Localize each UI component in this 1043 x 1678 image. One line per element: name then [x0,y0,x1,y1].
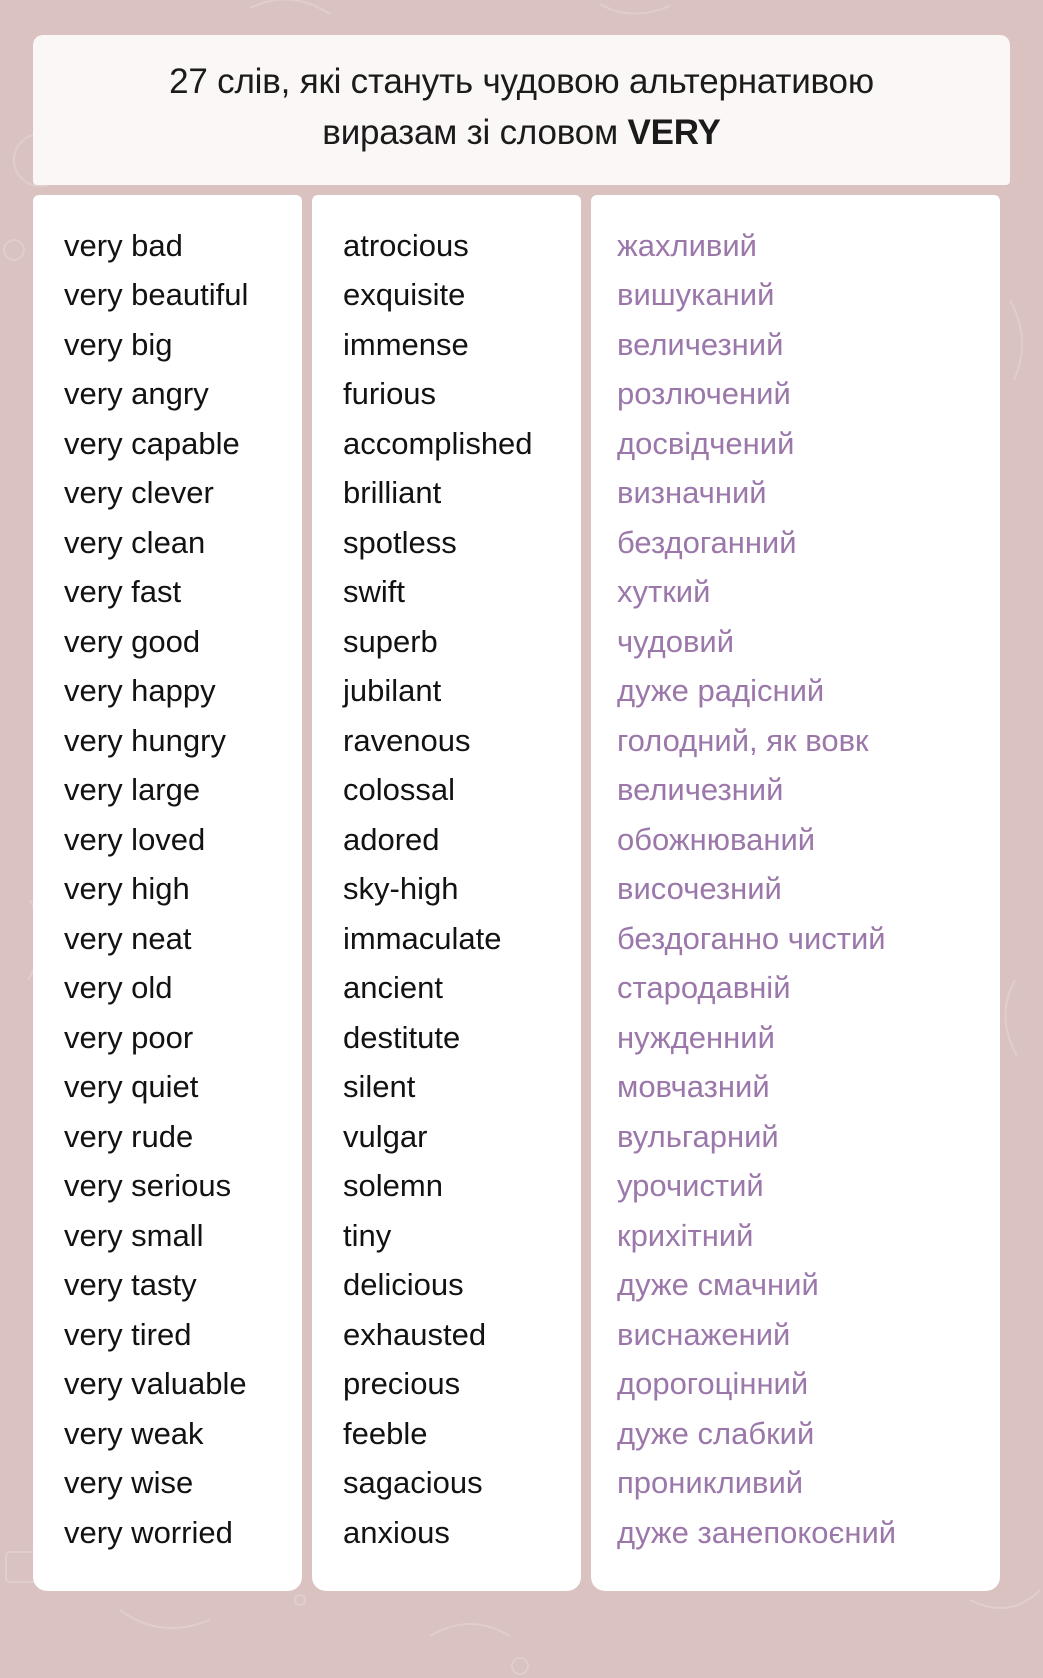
word-translation: величезний [617,326,784,362]
word-translation: виснажений [617,1316,791,1352]
word-very-phrase: very capable [64,425,240,461]
word-very-phrase: very neat [64,920,192,956]
word-translation: проникливий [617,1465,804,1501]
word-translation: дуже слабкий [617,1415,815,1451]
word-very-phrase: very clean [64,524,206,560]
word-very-phrase: very high [64,871,190,907]
word-very-phrase: very quiet [64,1069,199,1105]
word-synonym: accomplished [343,425,533,461]
word-translation: обожнюваний [617,821,816,857]
word-very-phrase: very loved [64,821,206,857]
word-synonym: tiny [343,1217,392,1253]
word-translation: нужденний [617,1019,775,1055]
word-synonym: jubilant [343,673,442,709]
word-translation: дуже радісний [617,673,825,709]
column-synonym: atrocious exquisite immense furious accompli… [312,194,581,1591]
word-synonym: exquisite [343,277,466,313]
word-translation: урочистий [617,1168,764,1204]
word-translation: бездоганний [617,524,797,560]
word-very-phrase: very wise [64,1465,194,1501]
page-title-keyword: VERY [627,112,721,152]
word-synonym: precious [343,1366,461,1402]
word-synonym: immense [343,326,469,362]
word-very-phrase: very small [64,1217,204,1253]
word-very-phrase: very serious [64,1168,232,1204]
word-very-phrase: very weak [64,1415,204,1451]
word-synonym: delicious [343,1267,464,1303]
word-synonym: anxious [343,1514,450,1550]
word-very-phrase: very happy [64,673,216,709]
word-translation: вульгарний [617,1118,779,1154]
word-very-phrase: very big [64,326,173,362]
column-very-phrase: very bad very beautiful very big very angry… [33,194,302,1591]
word-very-phrase: very valuable [64,1366,247,1402]
word-very-phrase: very fast [64,574,182,610]
word-synonym: feeble [343,1415,428,1451]
word-translation: голодний, як вовк [617,722,869,758]
page-title-line2-prefix: виразам зі словом [322,112,628,152]
word-very-phrase: very angry [64,376,209,412]
word-translation: крихітний [617,1217,754,1253]
word-very-phrase: very clever [64,475,214,511]
title-card: 27 слів, які стануть чудовою альтернатив… [33,35,1010,185]
word-very-phrase: very hungry [64,722,226,758]
word-translation: мовчазний [617,1069,770,1105]
word-translation: чудовий [617,623,735,659]
column-translation: жахливий вишуканий величезний розлючений дос… [591,194,1000,1591]
word-synonym: exhausted [343,1316,487,1352]
word-translation: дуже занепокоєний [617,1514,897,1550]
word-translation: жахливий [617,227,757,263]
word-very-phrase: very large [64,772,201,808]
word-very-phrase: very good [64,623,201,659]
word-table: very bad very beautiful very big very angry… [33,194,1010,1591]
word-synonym: ancient [343,970,443,1006]
word-translation: стародавній [617,970,791,1006]
word-synonym: brilliant [343,475,442,511]
word-synonym: atrocious [343,227,469,263]
word-translation: визначний [617,475,767,511]
word-translation: вишуканий [617,277,775,313]
word-very-phrase: very poor [64,1019,194,1055]
word-translation: височезний [617,871,782,907]
word-very-phrase: very beautiful [64,277,249,313]
word-synonym: spotless [343,524,457,560]
page-title: 27 слів, які стануть чудовою альтернатив… [67,57,976,159]
word-synonym: swift [343,574,405,610]
word-very-phrase: very rude [64,1118,194,1154]
word-very-phrase: very old [64,970,173,1006]
page-title-line1: 27 слів, які стануть чудовою альтернатив… [169,62,874,101]
word-synonym: solemn [343,1168,443,1204]
word-synonym: vulgar [343,1118,428,1154]
infographic-page: 27 слів, які стануть чудовою альтернатив… [33,35,1010,1591]
word-translation: величезний [617,772,784,808]
word-synonym: adored [343,821,440,857]
word-synonym: destitute [343,1019,461,1055]
word-synonym: colossal [343,772,455,808]
word-very-phrase: very tasty [64,1267,197,1303]
word-very-phrase: very tired [64,1316,192,1352]
word-translation: розлючений [617,376,791,412]
word-translation: бездоганно чистий [617,920,886,956]
word-translation: досвідчений [617,425,795,461]
word-synonym: superb [343,623,438,659]
word-translation: дорогоцінний [617,1366,809,1402]
word-synonym: sagacious [343,1465,483,1501]
word-very-phrase: very bad [64,227,183,263]
word-translation: хуткий [617,574,711,610]
word-synonym: silent [343,1069,416,1105]
word-synonym: furious [343,376,437,412]
word-synonym: ravenous [343,722,471,758]
word-synonym: immaculate [343,920,502,956]
word-synonym: sky-high [343,871,459,907]
word-translation: дуже смачний [617,1267,819,1303]
word-very-phrase: very worried [64,1514,233,1550]
